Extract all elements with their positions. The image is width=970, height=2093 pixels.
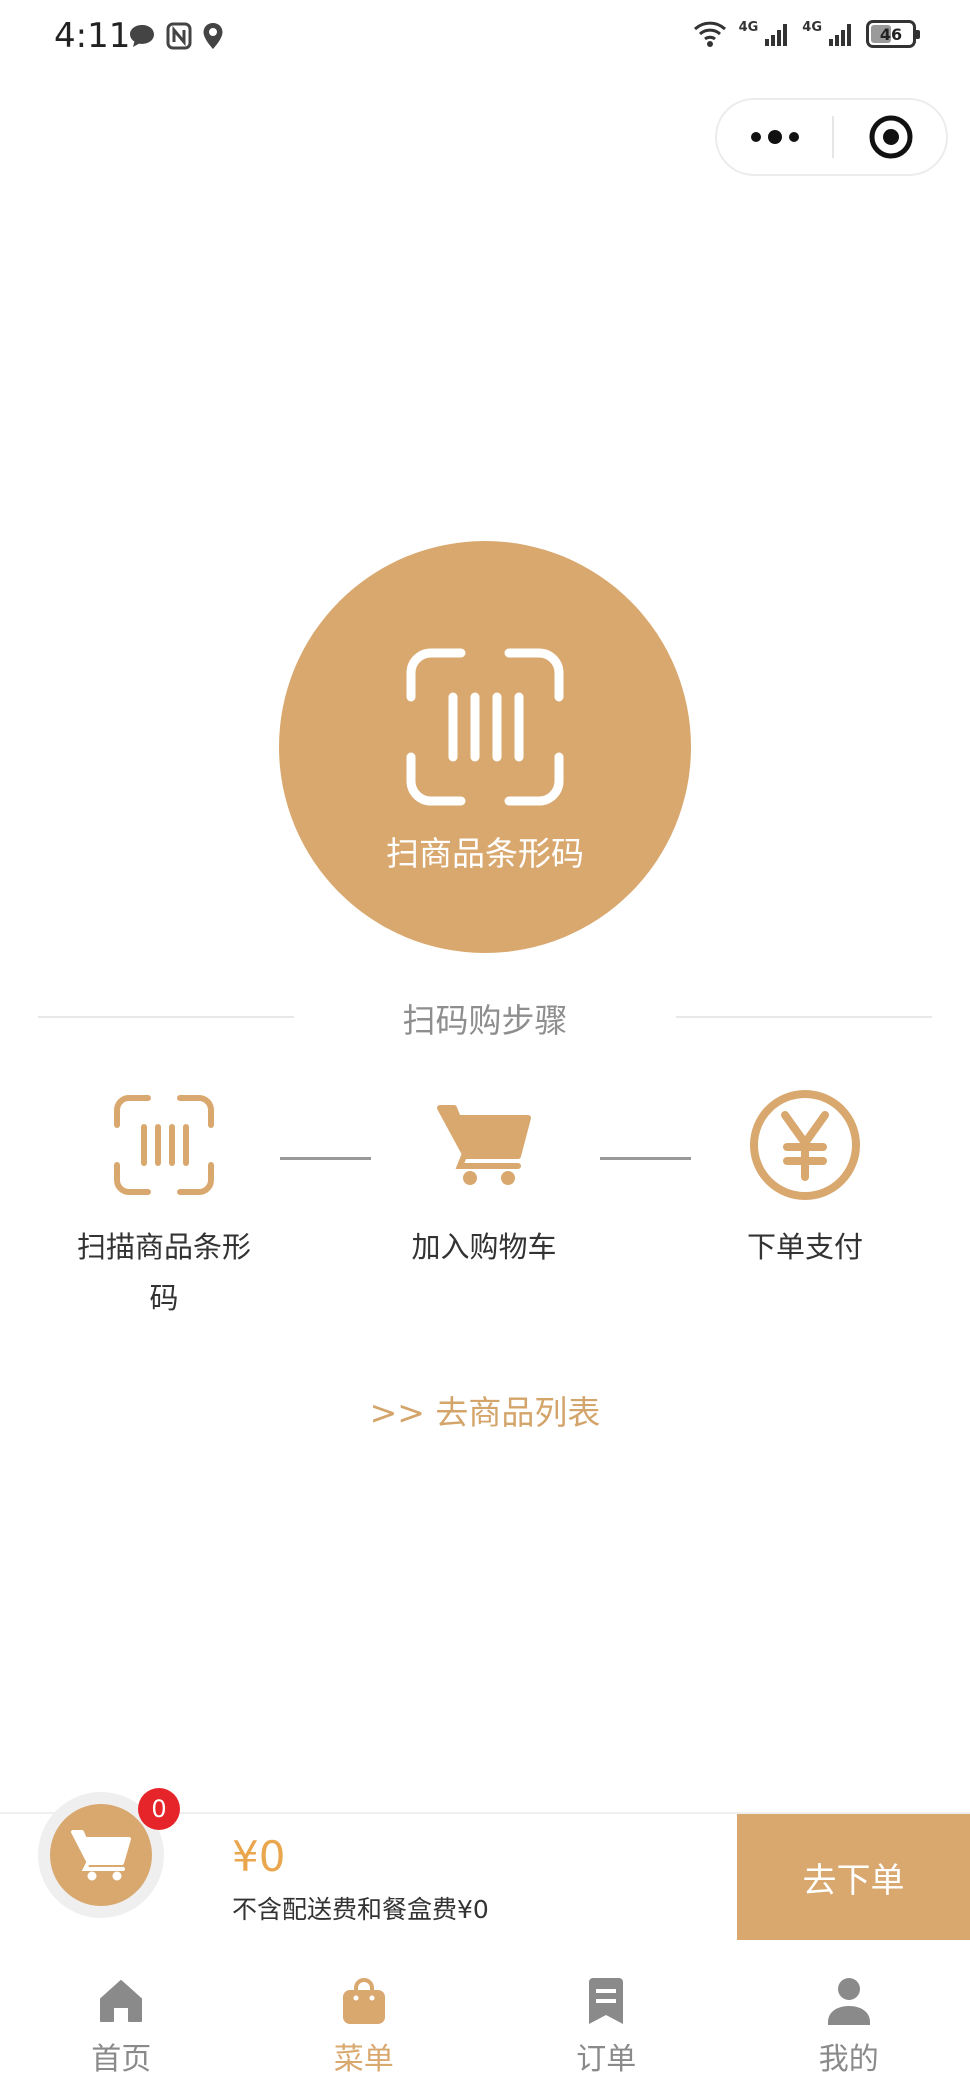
steps-title: 扫码购步骤 [402,1001,568,1040]
battery-icon: 46 [866,20,920,48]
step-label: 加入购物车 [411,1230,557,1264]
divider-right [676,1016,932,1018]
more-dots-icon [751,130,799,144]
step-cart: 加入购物车 [384,1090,584,1273]
wifi-icon [693,21,726,47]
yen-icon [750,1090,860,1200]
battery-level: 46 [879,24,903,44]
signal-icon-2 [829,24,851,46]
page: 4:11 4G 4G 46 扫商品条形码 扫码购步骤 扫描商品条形码 加入购物车… [0,0,970,2093]
tab-label: 订单 [576,2042,637,2077]
tab-menu[interactable]: 菜单 [243,1950,486,2093]
cart-count-badge: 0 [138,1788,180,1830]
nfc-icon [166,22,192,50]
tab-home[interactable]: 首页 [0,1950,243,2093]
step-connector [600,1157,691,1160]
barcode-scan-icon [406,648,564,806]
tab-orders[interactable]: 订单 [485,1950,728,2093]
network-label-2: 4G [802,19,822,35]
tab-label: 我的 [818,2042,879,2077]
network-label-1: 4G [738,19,759,35]
step-scan: 扫描商品条形码 [64,1090,264,1324]
more-button[interactable] [717,100,833,174]
message-icon [130,25,154,47]
tab-label: 首页 [91,2042,152,2077]
step-pay: 下单支付 [705,1090,905,1273]
cart-icon [437,1105,531,1185]
step-connector [280,1157,371,1160]
status-time: 4:11 [54,16,131,56]
tab-mine[interactable]: 我的 [728,1950,970,2093]
cart-fee-note: 不含配送费和餐盒费¥0 [232,1895,489,1924]
location-icon [203,23,223,49]
capsule-menu [715,98,948,176]
scan-label: 扫商品条形码 [386,834,584,873]
bag-icon [342,1978,385,2024]
signal-icon-1 [765,24,788,46]
target-close-icon [869,115,913,159]
home-icon [100,1980,143,2022]
status-left-icons [128,22,224,50]
close-miniprogram-button[interactable] [834,100,948,174]
order-icon [589,1978,624,2024]
step-label: 下单支付 [746,1230,863,1264]
cart-bar: 0 ¥0 不含配送费和餐盒费¥0 去下单 [0,1788,970,1940]
goods-list-link[interactable]: >> 去商品列表 [0,1386,970,1434]
user-icon [827,1978,870,2025]
cart-icon [71,1830,131,1881]
status-bar: 4:11 4G 4G 46 [0,0,970,80]
cart-total: ¥0 [232,1832,286,1881]
checkout-button[interactable]: 去下单 [737,1814,970,1940]
step-label: 扫描商品条形码 [76,1230,251,1315]
steps-header: 扫码购步骤 [38,990,932,1042]
tab-label: 菜单 [333,2042,394,2077]
status-right: 4G 4G 46 [693,19,920,48]
tab-bar: 首页 菜单 订单 我的 [0,1950,970,2093]
scan-barcode-button[interactable]: 扫商品条形码 [279,541,691,953]
barcode-scan-icon [114,1095,214,1195]
